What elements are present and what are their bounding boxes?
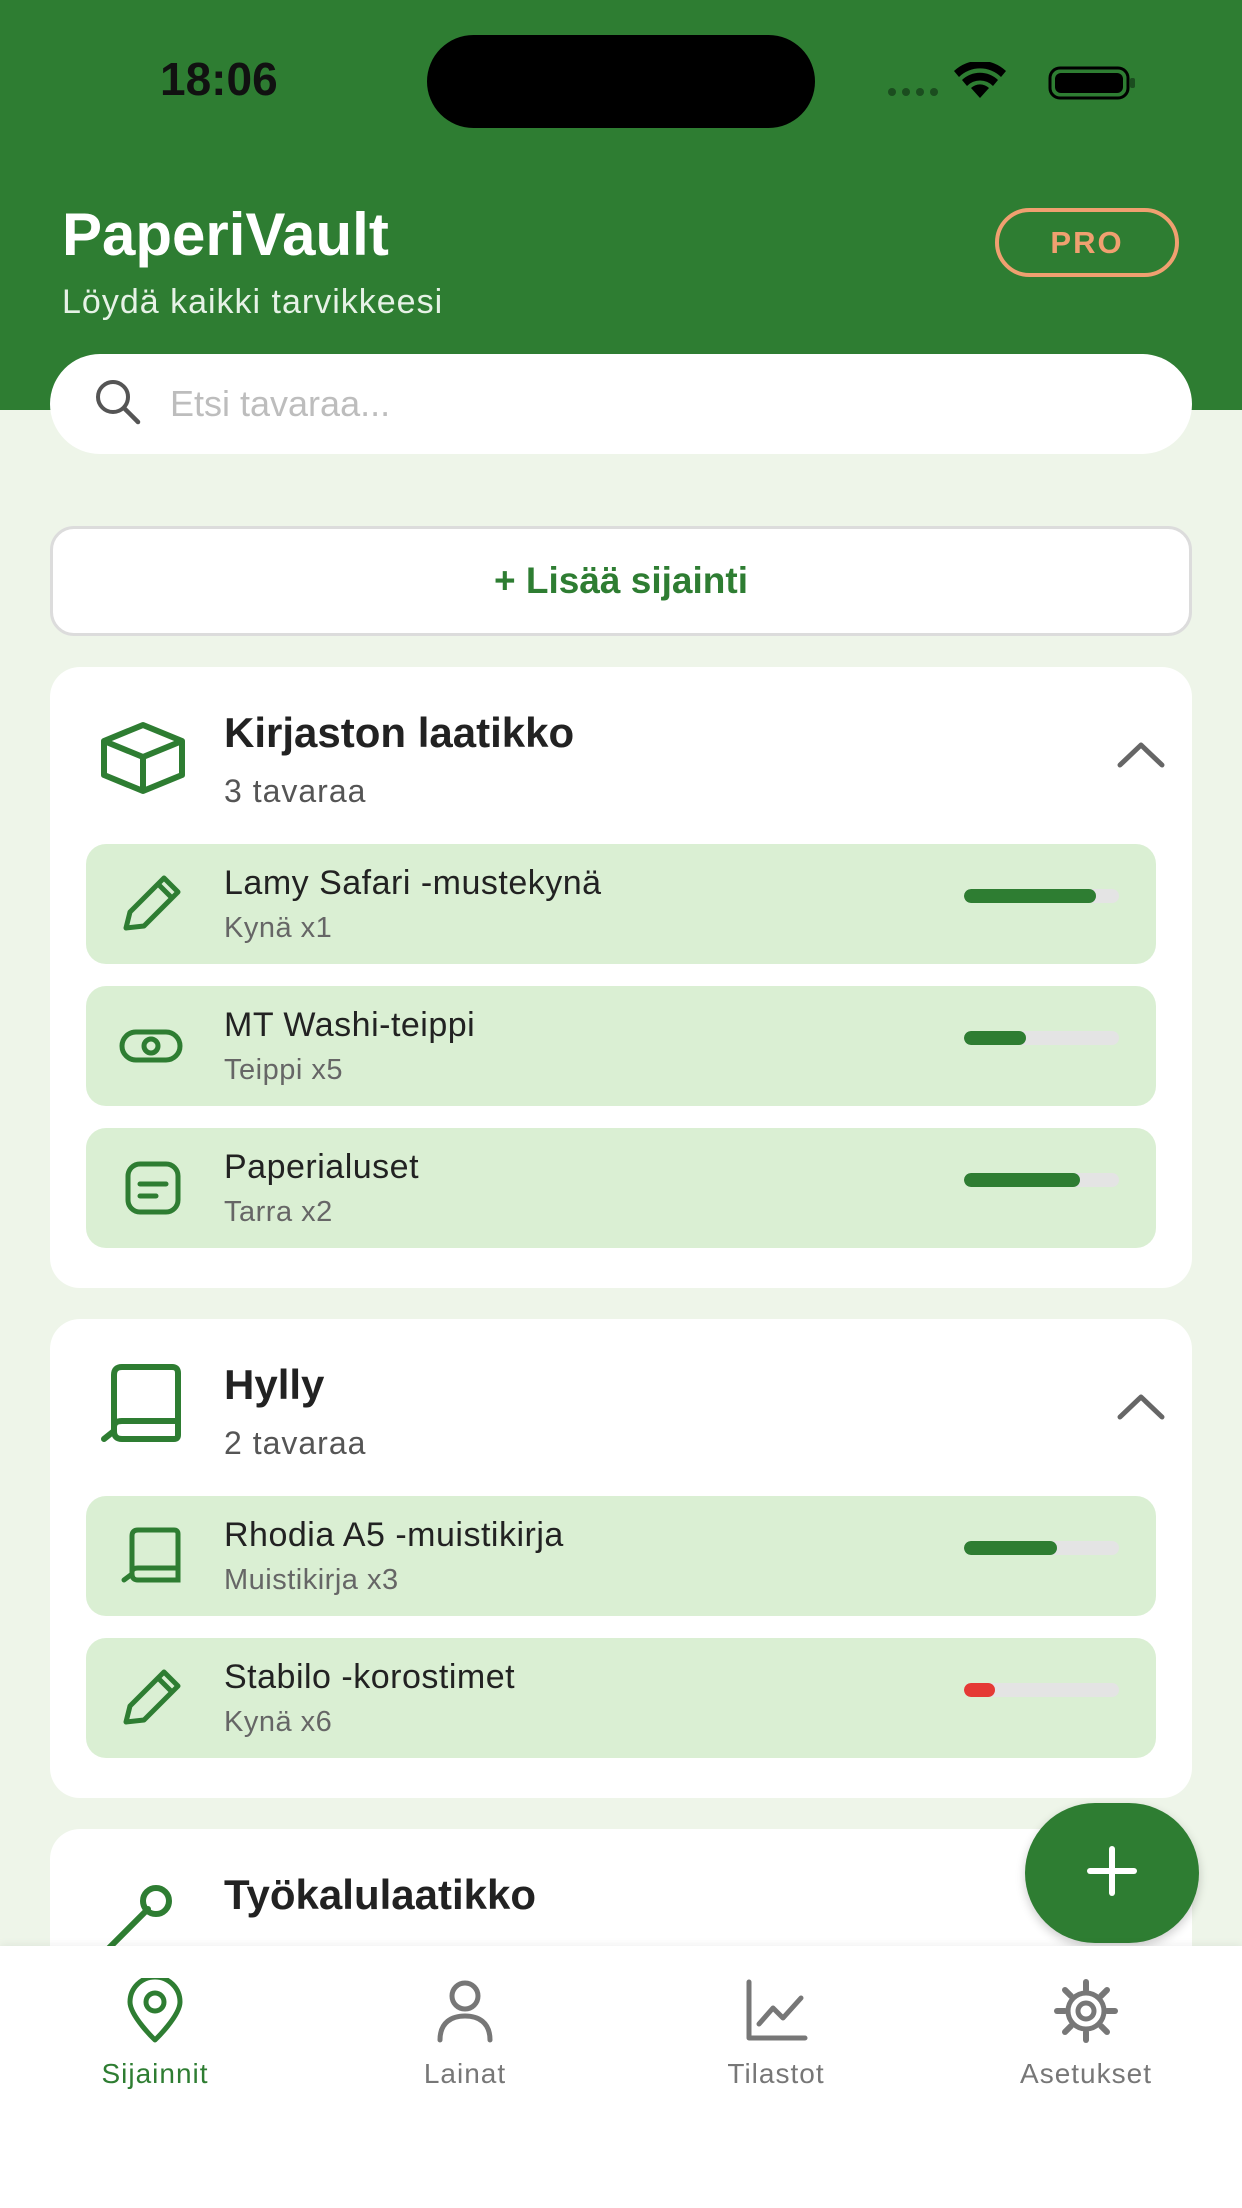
pencil-icon — [116, 874, 188, 939]
add-location-button[interactable]: + Lisää sijainti — [50, 526, 1192, 636]
item-subtitle: Teippi x5 — [224, 1054, 343, 1086]
stock-level-fill — [964, 1541, 1057, 1555]
chart-icon — [666, 1978, 886, 2044]
location-item-count: 2 tavaraa — [224, 1425, 367, 1461]
chevron-up-icon[interactable] — [1116, 1391, 1166, 1426]
location-item-count: 3 tavaraa — [224, 773, 367, 809]
signal-icon — [888, 88, 938, 96]
item-name: Lamy Safari -mustekynä — [224, 864, 602, 902]
stock-level-fill — [964, 1031, 1026, 1045]
sticker-icon — [116, 1158, 188, 1223]
tab-sijainnit[interactable]: Sijainnit — [45, 1978, 265, 2090]
list-item[interactable]: Rhodia A5 -muistikirja Muistikirja x3 — [86, 1496, 1156, 1616]
status-time: 18:06 — [160, 53, 278, 105]
item-subtitle: Muistikirja x3 — [224, 1564, 399, 1596]
notebook-icon — [116, 1526, 188, 1591]
item-subtitle: Kynä x6 — [224, 1706, 333, 1738]
item-subtitle: Tarra x2 — [224, 1196, 333, 1228]
pro-badge[interactable]: PRO — [995, 208, 1179, 277]
plus-icon — [1084, 1843, 1140, 1904]
tab-label: Tilastot — [727, 2058, 825, 2089]
location-title: Työkalulaatikko — [224, 1871, 537, 1918]
stock-level-bar — [964, 1541, 1119, 1555]
item-name: Paperialuset — [224, 1148, 420, 1186]
chevron-up-icon[interactable] — [1116, 739, 1166, 774]
list-item[interactable]: Lamy Safari -mustekynä Kynä x1 — [86, 844, 1156, 964]
stock-level-fill — [964, 1683, 995, 1697]
location-card: Hylly 2 tavaraa Rhodia A5 -muistikirja M… — [50, 1319, 1192, 1798]
book-icon — [98, 1363, 188, 1448]
search-input[interactable] — [170, 383, 1070, 425]
item-name: Rhodia A5 -muistikirja — [224, 1516, 564, 1554]
box-icon — [98, 717, 188, 802]
gear-icon — [976, 1978, 1196, 2044]
stock-level-fill — [964, 889, 1096, 903]
stock-level-fill — [964, 1173, 1081, 1187]
search-bar[interactable] — [50, 354, 1192, 454]
tab-lainat[interactable]: Lainat — [355, 1978, 575, 2090]
tab-asetukset[interactable]: Asetukset — [976, 1978, 1196, 2090]
stock-level-bar — [964, 889, 1119, 903]
item-name: Stabilo -korostimet — [224, 1658, 516, 1696]
location-title: Kirjaston laatikko — [224, 709, 575, 756]
pencil-icon — [116, 1668, 188, 1733]
dynamic-island — [427, 35, 815, 128]
app-header: 18:06 PaperiVault Löydä kaikki tarvikkee… — [0, 0, 1242, 410]
battery-icon — [1048, 66, 1135, 100]
tape-icon — [116, 1016, 188, 1081]
tab-label: Lainat — [423, 2058, 507, 2089]
bottom-tab-bar: Sijainnit Lainat Tilastot Asetukset — [0, 1946, 1242, 2208]
wifi-icon — [954, 60, 1006, 98]
stock-level-bar — [964, 1173, 1119, 1187]
stock-level-bar — [964, 1031, 1119, 1045]
stock-level-bar — [964, 1683, 1119, 1697]
location-card: Kirjaston laatikko 3 tavaraa Lamy Safari… — [50, 667, 1192, 1288]
tab-tilastot[interactable]: Tilastot — [666, 1978, 886, 2090]
search-icon — [92, 376, 144, 433]
app-subtitle: Löydä kaikki tarvikkeesi — [62, 283, 444, 321]
person-icon — [355, 1978, 575, 2044]
list-item[interactable]: MT Washi-teippi Teippi x5 — [86, 986, 1156, 1106]
tab-label: Asetukset — [1020, 2058, 1152, 2089]
status-icons — [888, 60, 1138, 107]
app-title: PaperiVault — [62, 201, 389, 268]
tab-label: Sijainnit — [101, 2058, 209, 2089]
list-item[interactable]: Paperialuset Tarra x2 — [86, 1128, 1156, 1248]
item-subtitle: Kynä x1 — [224, 912, 333, 944]
location-title: Hylly — [224, 1361, 325, 1408]
add-item-button[interactable] — [1025, 1803, 1199, 1943]
list-item[interactable]: Stabilo -korostimet Kynä x6 — [86, 1638, 1156, 1758]
location-pin-icon — [45, 1978, 265, 2044]
item-name: MT Washi-teippi — [224, 1006, 476, 1044]
